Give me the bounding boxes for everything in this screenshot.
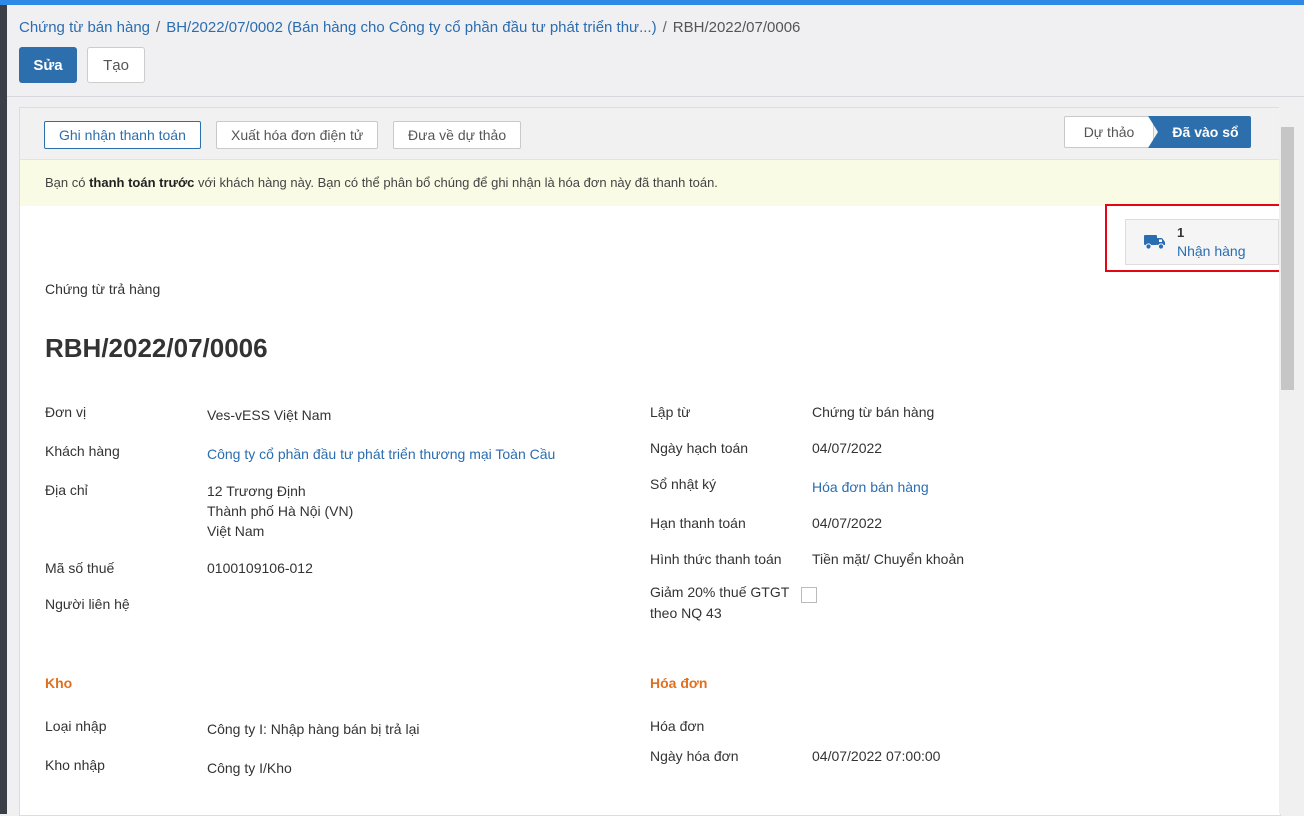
customer-label: Khách hàng [45,443,120,459]
left-app-bar [0,5,7,814]
address-line: Thành phố Hà Nội (VN) [207,503,354,519]
truck-icon [1144,234,1166,253]
alert-text-prefix: Bạn có [45,175,90,190]
address-line: Việt Nam [207,523,265,539]
address-line: 12 Trương Định [207,483,306,499]
document-title: RBH/2022/07/0006 [45,333,268,363]
invoice-date-label: Ngày hóa đơn [650,748,739,764]
document-type: Chứng từ trả hàng [45,281,161,297]
breadcrumb-current: RBH/2022/07/0006 [672,19,801,36]
address-label: Địa chỉ [45,482,88,498]
payment-method-label: Hình thức thanh toán [650,551,782,567]
create-button[interactable]: Tạo [87,47,145,83]
invoice-section-title: Hóa đơn [650,675,708,691]
breadcrumb-separator: / [662,19,667,36]
breadcrumb-parent-link[interactable]: BH/2022/07/0002 (Bán hàng cho Công ty cổ… [166,19,656,36]
edit-button[interactable]: Sửa [19,47,77,83]
register-payment-button[interactable]: Ghi nhận thanh toán [44,121,201,149]
warehouse-section-title: Kho [45,675,73,691]
stage-posted[interactable]: Đã vào sổ [1148,116,1251,148]
breadcrumb: Chứng từ bán hàng / BH/2022/07/0002 (Bán h… [19,19,800,36]
location-value: Công ty I/Kho [207,760,292,776]
receipt-label: Nhận hàng [1177,243,1246,259]
alert-text-bold: thanh toán trước [89,175,195,190]
vat-reduction-checkbox[interactable] [801,587,817,603]
payment-method-value: Tiền mặt/ Chuyển khoản [812,551,965,567]
created-from-label: Lập từ [650,404,691,420]
vat-reduction-label-line: theo NQ 43 [650,605,722,621]
unit-label: Đơn vị [45,404,87,420]
journal-label: Sổ nhật ký [650,476,717,492]
form-statusbar: Ghi nhận thanh toán Xuất hóa đơn điện tử… [20,108,1280,160]
stage-draft[interactable]: Dự thảo [1064,116,1154,148]
breadcrumb-root-link[interactable]: Chứng từ bán hàng [19,19,150,36]
receipt-count: 1 [1177,225,1185,240]
form-sheet: Ghi nhận thanh toán Xuất hóa đơn điện tử… [19,107,1288,816]
scrollbar-thumb[interactable] [1281,127,1294,390]
vat-reduction-label: Giảm 20% thuế GTGT theo NQ 43 [650,582,789,624]
export-e-invoice-button[interactable]: Xuất hóa đơn điện tử [216,121,379,149]
tax-code-label: Mã số thuế [45,560,115,576]
tax-code-value: 0100109106-012 [207,560,313,576]
receipt-type-label: Loại nhập [45,718,107,734]
unit-value: Ves-vESS Việt Nam [207,407,332,423]
invoice-date-value: 04/07/2022 07:00:00 [812,748,941,764]
control-panel: Chứng từ bán hàng / BH/2022/07/0002 (Bán h… [7,5,1304,97]
contact-label: Người liên hệ [45,596,130,612]
breadcrumb-separator: / [156,19,161,36]
receipt-type-value: Công ty I: Nhập hàng bán bị trả lại [207,721,420,737]
created-from-value: Chứng từ bán hàng [812,404,935,420]
outstanding-payment-alert: Bạn có thanh toán trước với khách hàng n… [20,160,1280,206]
invoice-label: Hóa đơn [650,718,705,734]
reset-to-draft-button[interactable]: Đưa về dự thảo [393,121,522,149]
address-value: 12 Trương Định Thành phố Hà Nội (VN) Việ… [207,481,353,541]
due-date-label: Hạn thanh toán [650,515,746,531]
accounting-date-label: Ngày hạch toán [650,440,749,456]
vat-reduction-label-line: Giảm 20% thuế GTGT [650,584,790,600]
vertical-scrollbar[interactable] [1279,107,1304,814]
journal-link[interactable]: Hóa đơn bán hàng [812,479,929,495]
receipt-smart-button[interactable]: 1 Nhận hàng [1125,219,1279,265]
location-label: Kho nhập [45,757,105,773]
due-date-value: 04/07/2022 [812,515,883,531]
accounting-date-value: 04/07/2022 [812,440,883,456]
alert-text-suffix: với khách hàng này. Bạn có thể phân bổ c… [194,175,718,190]
customer-link[interactable]: Công ty cổ phần đầu tư phát triển thương… [207,446,555,462]
